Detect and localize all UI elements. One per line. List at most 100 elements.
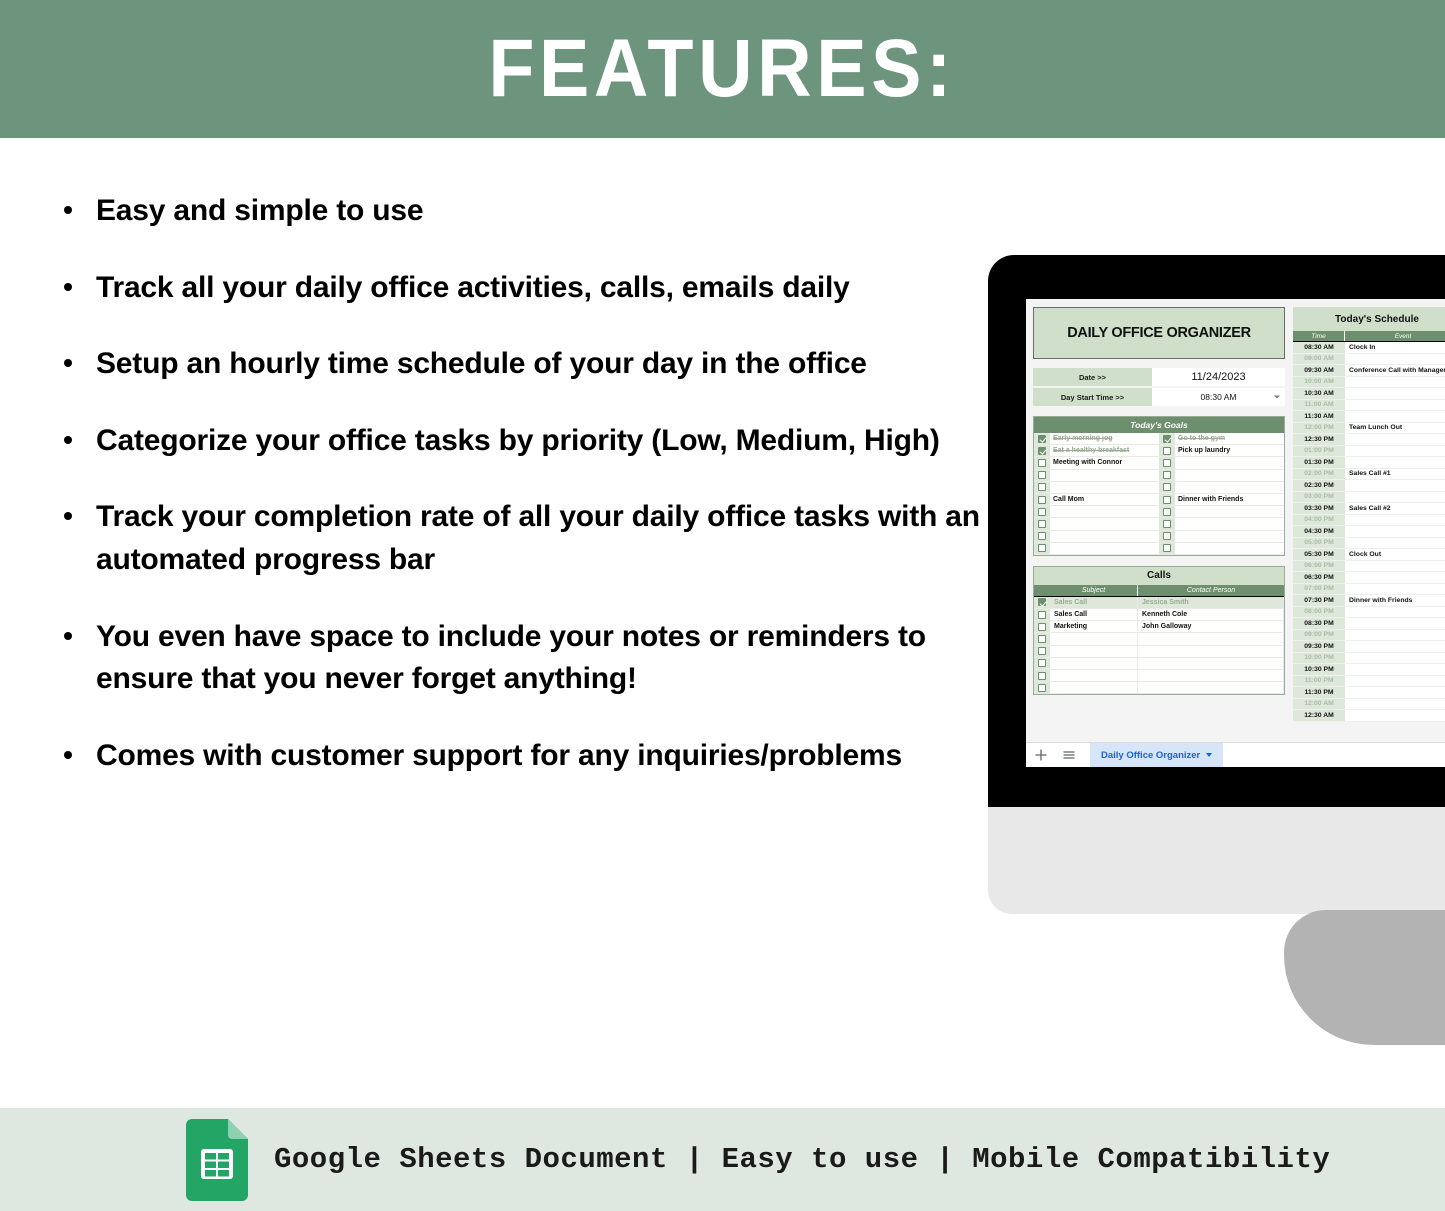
schedule-event-cell[interactable] xyxy=(1345,457,1445,468)
goal-checkbox-cell[interactable] xyxy=(1159,445,1175,457)
checkbox-icon[interactable] xyxy=(1038,647,1046,656)
goal-label[interactable]: Call Mom xyxy=(1050,493,1159,506)
checkbox-icon[interactable] xyxy=(1038,507,1046,516)
checkbox-icon[interactable] xyxy=(1038,458,1046,467)
checkbox-icon[interactable] xyxy=(1163,519,1171,528)
schedule-event-cell[interactable]: Clock Out xyxy=(1345,549,1445,560)
schedule-event-cell[interactable] xyxy=(1345,583,1445,594)
schedule-event-cell[interactable] xyxy=(1345,687,1445,698)
goal-checkbox-cell[interactable] xyxy=(1159,493,1175,506)
goal-label[interactable] xyxy=(1050,518,1159,530)
goal-checkbox-cell[interactable] xyxy=(1034,506,1050,518)
checkbox-icon[interactable] xyxy=(1163,532,1171,541)
call-checkbox-cell[interactable] xyxy=(1034,621,1050,633)
schedule-event-cell[interactable] xyxy=(1345,376,1445,387)
call-subject-cell[interactable] xyxy=(1050,633,1138,645)
goal-checkbox-cell[interactable] xyxy=(1034,457,1050,469)
goal-label[interactable] xyxy=(1175,530,1284,542)
goal-checkbox-cell[interactable] xyxy=(1159,506,1175,518)
checkbox-checked-icon[interactable] xyxy=(1038,446,1046,455)
schedule-event-cell[interactable] xyxy=(1345,411,1445,422)
goal-checkbox-cell[interactable] xyxy=(1159,433,1175,445)
call-subject-cell[interactable] xyxy=(1050,682,1138,694)
chevron-down-icon[interactable] xyxy=(1274,395,1280,399)
goal-label[interactable] xyxy=(1175,457,1284,469)
schedule-event-cell[interactable]: Dinner with Friends xyxy=(1345,595,1445,606)
meta-value[interactable]: 11/24/2023 xyxy=(1152,368,1285,386)
schedule-event-cell[interactable] xyxy=(1345,526,1445,537)
goal-label[interactable] xyxy=(1175,506,1284,518)
goal-label[interactable]: Early morning jog xyxy=(1050,433,1159,445)
checkbox-icon[interactable] xyxy=(1038,495,1046,504)
schedule-event-cell[interactable]: Sales Call #1 xyxy=(1345,468,1445,479)
goal-checkbox-cell[interactable] xyxy=(1159,542,1175,554)
goal-checkbox-cell[interactable] xyxy=(1034,445,1050,457)
schedule-event-cell[interactable]: Team Lunch Out xyxy=(1345,422,1445,433)
schedule-event-cell[interactable] xyxy=(1345,664,1445,675)
goal-checkbox-cell[interactable] xyxy=(1159,457,1175,469)
checkbox-icon[interactable] xyxy=(1163,507,1171,516)
checkbox-icon[interactable] xyxy=(1038,622,1046,631)
call-subject-cell[interactable]: Sales Call xyxy=(1050,596,1138,609)
goal-checkbox-cell[interactable] xyxy=(1034,518,1050,530)
checkbox-icon[interactable] xyxy=(1038,471,1046,480)
call-subject-cell[interactable] xyxy=(1050,657,1138,669)
call-contact-cell[interactable] xyxy=(1138,633,1284,645)
checkbox-icon[interactable] xyxy=(1038,544,1046,553)
goal-checkbox-cell[interactable] xyxy=(1034,493,1050,506)
goal-checkbox-cell[interactable] xyxy=(1034,542,1050,554)
goal-label[interactable]: Meeting with Connor xyxy=(1050,457,1159,469)
goal-label[interactable] xyxy=(1050,506,1159,518)
call-checkbox-cell[interactable] xyxy=(1034,596,1050,609)
schedule-event-cell[interactable] xyxy=(1345,388,1445,399)
meta-value[interactable]: 08:30 AM xyxy=(1152,388,1285,406)
goal-label[interactable]: Eat a healthy breakfast xyxy=(1050,445,1159,457)
checkbox-icon[interactable] xyxy=(1038,532,1046,541)
call-checkbox-cell[interactable] xyxy=(1034,633,1050,645)
call-contact-cell[interactable]: Jessica Smith xyxy=(1138,596,1284,609)
checkbox-icon[interactable] xyxy=(1163,495,1171,504)
goal-label[interactable] xyxy=(1175,469,1284,481)
checkbox-icon[interactable] xyxy=(1163,458,1171,467)
checkbox-icon[interactable] xyxy=(1163,471,1171,480)
schedule-event-cell[interactable] xyxy=(1345,480,1445,491)
goal-label[interactable]: Pick up laundry xyxy=(1175,445,1284,457)
schedule-event-cell[interactable] xyxy=(1345,560,1445,571)
schedule-event-cell[interactable] xyxy=(1345,675,1445,686)
goal-checkbox-cell[interactable] xyxy=(1034,530,1050,542)
schedule-event-cell[interactable] xyxy=(1345,710,1445,721)
schedule-event-cell[interactable] xyxy=(1345,572,1445,583)
goal-label[interactable] xyxy=(1050,469,1159,481)
call-checkbox-cell[interactable] xyxy=(1034,657,1050,669)
goal-label[interactable] xyxy=(1050,542,1159,554)
call-checkbox-cell[interactable] xyxy=(1034,682,1050,694)
schedule-event-cell[interactable]: Sales Call #2 xyxy=(1345,503,1445,514)
plus-icon[interactable] xyxy=(1034,748,1048,762)
schedule-event-cell[interactable]: Conference Call with Manager xyxy=(1345,365,1445,376)
goal-label[interactable] xyxy=(1175,518,1284,530)
goal-checkbox-cell[interactable] xyxy=(1159,481,1175,493)
call-contact-cell[interactable]: John Galloway xyxy=(1138,621,1284,633)
goal-checkbox-cell[interactable] xyxy=(1034,433,1050,445)
checkbox-checked-icon[interactable] xyxy=(1038,434,1046,443)
schedule-event-cell[interactable] xyxy=(1345,606,1445,617)
checkbox-icon[interactable] xyxy=(1163,446,1171,455)
call-contact-cell[interactable] xyxy=(1138,670,1284,682)
call-contact-cell[interactable] xyxy=(1138,645,1284,657)
schedule-event-cell[interactable] xyxy=(1345,652,1445,663)
checkbox-icon[interactable] xyxy=(1163,544,1171,553)
schedule-event-cell[interactable] xyxy=(1345,537,1445,548)
goal-checkbox-cell[interactable] xyxy=(1159,469,1175,481)
goal-checkbox-cell[interactable] xyxy=(1159,530,1175,542)
schedule-event-cell[interactable] xyxy=(1345,353,1445,364)
schedule-event-cell[interactable] xyxy=(1345,399,1445,410)
checkbox-icon[interactable] xyxy=(1038,659,1046,668)
goal-label[interactable] xyxy=(1050,530,1159,542)
call-subject-cell[interactable]: Sales Call xyxy=(1050,609,1138,621)
schedule-event-cell[interactable] xyxy=(1345,698,1445,709)
goal-label[interactable]: Go to the gym xyxy=(1175,433,1284,445)
call-subject-cell[interactable]: Marketing xyxy=(1050,621,1138,633)
schedule-event-cell[interactable] xyxy=(1345,491,1445,502)
goal-checkbox-cell[interactable] xyxy=(1034,481,1050,493)
goal-label[interactable] xyxy=(1175,542,1284,554)
